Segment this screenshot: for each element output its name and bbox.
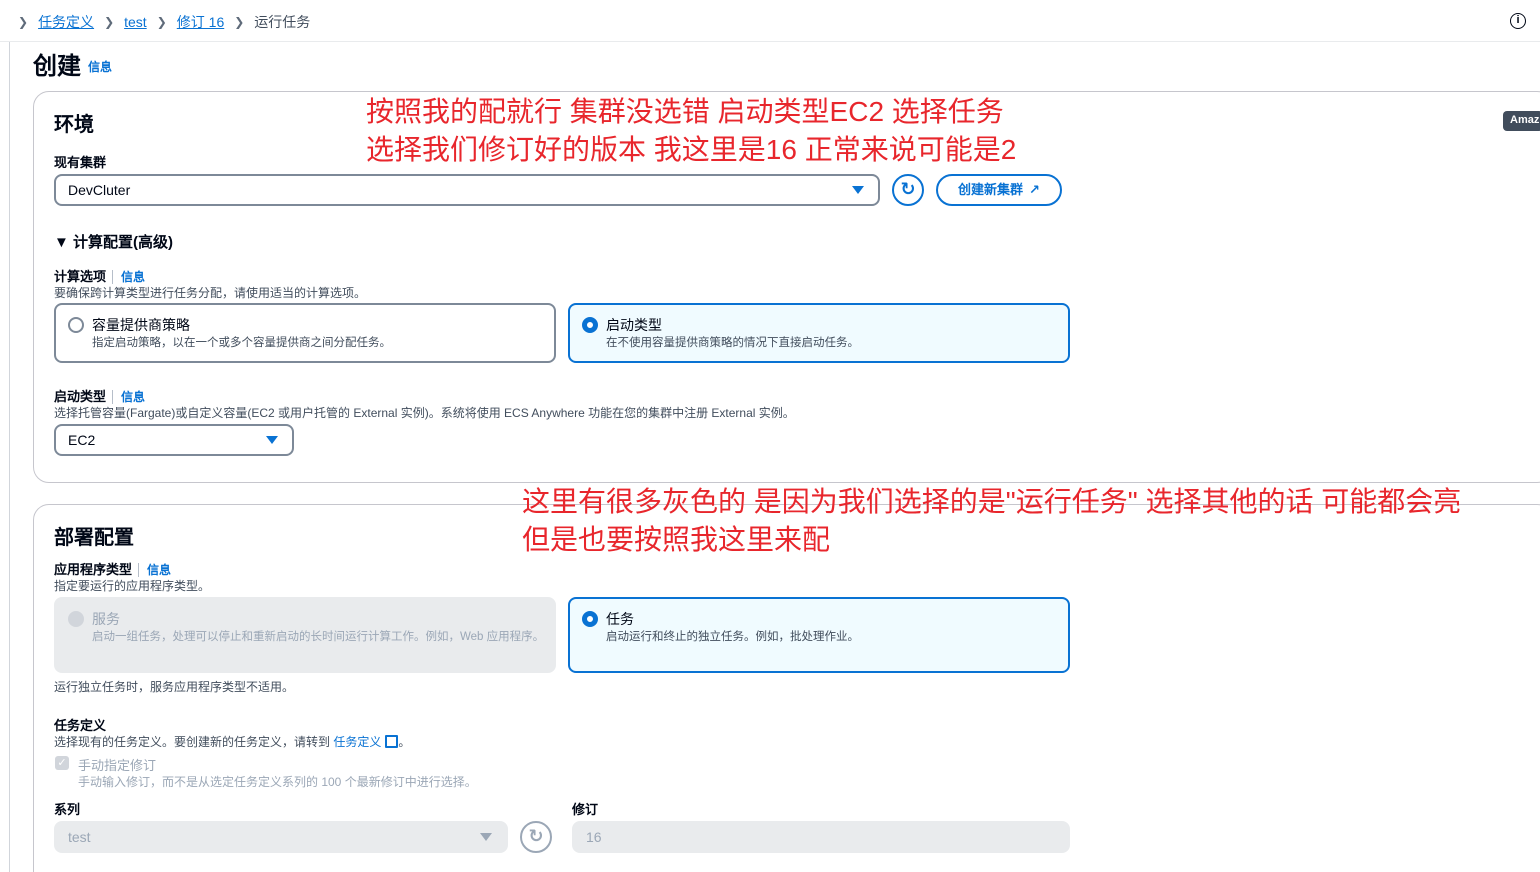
- task-def-desc: 选择现有的任务定义。要创建新的任务定义，请转到 任务定义 。: [54, 733, 410, 750]
- radio-capacity-provider[interactable]: [68, 317, 84, 333]
- family-value: test: [68, 829, 91, 845]
- annotation-mid-line1: 这里有很多灰色的 是因为我们选择的是"运行任务" 选择其他的话 可能都会亮: [522, 486, 1462, 517]
- breadcrumb-test[interactable]: test: [124, 14, 147, 30]
- refresh-clusters-button[interactable]: ↻: [892, 174, 924, 206]
- launch-type-desc: 选择托管容量(Fargate)或自定义容量(EC2 或用户托管的 Externa…: [54, 406, 795, 420]
- task-def-desc-text: 选择现有的任务定义。要创建新的任务定义，请转到: [54, 735, 331, 749]
- app-type-desc-service: 启动一组任务，处理可以停止和重新启动的长时间运行计算工作。例如，Web 应用程序…: [92, 631, 545, 643]
- revision-value: 16: [586, 829, 602, 845]
- app-type-task[interactable]: 任务 启动运行和终止的独立任务。例如，批处理作业。: [568, 597, 1070, 673]
- chevron-right-icon: ❯: [234, 15, 245, 29]
- app-type-header: 应用程序类型 信息: [54, 559, 172, 579]
- family-select: test: [54, 821, 508, 853]
- task-def-desc-suffix: 。: [398, 735, 411, 749]
- app-type-desc-task: 启动运行和终止的独立任务。例如，批处理作业。: [606, 631, 859, 643]
- side-badge: Amaz: [1503, 111, 1540, 131]
- revision-label: 修订: [572, 802, 599, 817]
- cluster-select[interactable]: DevCluter: [54, 174, 880, 206]
- breadcrumb: ❯ 任务定义 ❯ test ❯ 修订 16 ❯ 运行任务: [8, 12, 310, 32]
- cluster-select-value: DevCluter: [68, 182, 131, 198]
- compute-config-expander[interactable]: ▼ 计算配置(高级): [54, 231, 173, 252]
- caret-down-icon: [852, 186, 864, 194]
- external-link-icon: ↗: [1029, 182, 1040, 197]
- annotation-top-line2: 选择我们修订好的版本 我这里是16 正常来说可能是2: [366, 134, 1017, 165]
- launch-type-select[interactable]: EC2: [54, 424, 294, 456]
- radio-launch-type[interactable]: [582, 317, 598, 333]
- radio-task[interactable]: [582, 611, 598, 627]
- manual-revision-label: 手动指定修订: [78, 758, 157, 773]
- compute-options-info-link[interactable]: 信息: [112, 270, 146, 284]
- launch-type-header: 启动类型 信息: [54, 386, 146, 406]
- app-type-title: 任务: [606, 611, 634, 627]
- option-title: 启动类型: [606, 317, 662, 333]
- revision-input: 16: [572, 821, 1070, 853]
- manual-revision-checkbox: ✓: [55, 756, 69, 770]
- caret-down-icon: [480, 833, 492, 841]
- app-type-info-link[interactable]: 信息: [138, 563, 172, 577]
- compute-options-desc: 要确保跨计算类型进行任务分配，请使用适当的计算选项。: [54, 286, 367, 300]
- top-bar: ❯ 任务定义 ❯ test ❯ 修订 16 ❯ 运行任务 i: [0, 0, 1540, 42]
- app-type-note: 运行独立任务时，服务应用程序类型不适用。: [54, 680, 295, 694]
- manual-revision-desc: 手动输入修订，而不是从选定任务定义系列的 100 个最新修订中进行选择。: [78, 775, 477, 789]
- external-link-icon: [385, 735, 399, 748]
- refresh-family-button: ↻: [520, 821, 552, 853]
- page-info-link[interactable]: 信息: [88, 58, 112, 75]
- compute-options-header: 计算选项 信息: [54, 266, 146, 286]
- chevron-right-icon: ❯: [104, 15, 115, 29]
- info-icon[interactable]: i: [1510, 13, 1526, 29]
- breadcrumb-current: 运行任务: [254, 14, 311, 30]
- chevron-right-icon: ❯: [18, 15, 29, 29]
- create-cluster-button[interactable]: 创建新集群 ↗: [936, 174, 1062, 206]
- launch-type-info-link[interactable]: 信息: [112, 390, 146, 404]
- annotation-mid-line2: 但是也要按照我这里来配: [522, 524, 831, 555]
- radio-service: [68, 611, 84, 627]
- option-launch-type[interactable]: 启动类型 在不使用容量提供商策略的情况下直接启动任务。: [568, 303, 1070, 363]
- option-desc: 在不使用容量提供商策略的情况下直接启动任务。: [606, 337, 859, 349]
- chevron-right-icon: ❯: [156, 15, 167, 29]
- option-title: 容量提供商策略: [92, 317, 190, 333]
- nav-divider: [9, 42, 10, 872]
- launch-type-value: EC2: [68, 432, 96, 448]
- family-label: 系列: [54, 802, 81, 817]
- caret-down-icon: [266, 436, 278, 444]
- deployment-heading: 部署配置: [54, 527, 134, 549]
- breadcrumb-task-definitions[interactable]: 任务定义: [38, 12, 94, 32]
- app-type-label: 应用程序类型: [54, 562, 133, 577]
- page-title: 创建: [33, 53, 81, 80]
- option-desc: 指定启动策略，以在一个或多个容量提供商之间分配任务。: [92, 337, 391, 349]
- app-type-service: 服务 启动一组任务，处理可以停止和重新启动的长时间运行计算工作。例如，Web 应…: [54, 597, 556, 673]
- create-cluster-label: 创建新集群: [958, 182, 1024, 197]
- breadcrumb-revision[interactable]: 修订 16: [177, 12, 224, 32]
- option-capacity-provider[interactable]: 容量提供商策略 指定启动策略，以在一个或多个容量提供商之间分配任务。: [54, 303, 556, 363]
- app-type-title: 服务: [92, 611, 120, 627]
- compute-config-title: 计算配置(高级): [73, 234, 174, 251]
- caret-down-icon: ▼: [54, 234, 69, 251]
- compute-options-label: 计算选项: [54, 269, 107, 284]
- environment-heading: 环境: [54, 114, 94, 136]
- app-type-desc: 指定要运行的应用程序类型。: [54, 579, 211, 593]
- cluster-label: 现有集群: [54, 155, 107, 170]
- task-def-label: 任务定义: [54, 718, 107, 733]
- launch-type-label: 启动类型: [54, 389, 107, 404]
- annotation-top-line1: 按照我的配就行 集群没选错 启动类型EC2 选择任务: [366, 96, 1004, 127]
- task-def-link[interactable]: 任务定义: [333, 735, 381, 749]
